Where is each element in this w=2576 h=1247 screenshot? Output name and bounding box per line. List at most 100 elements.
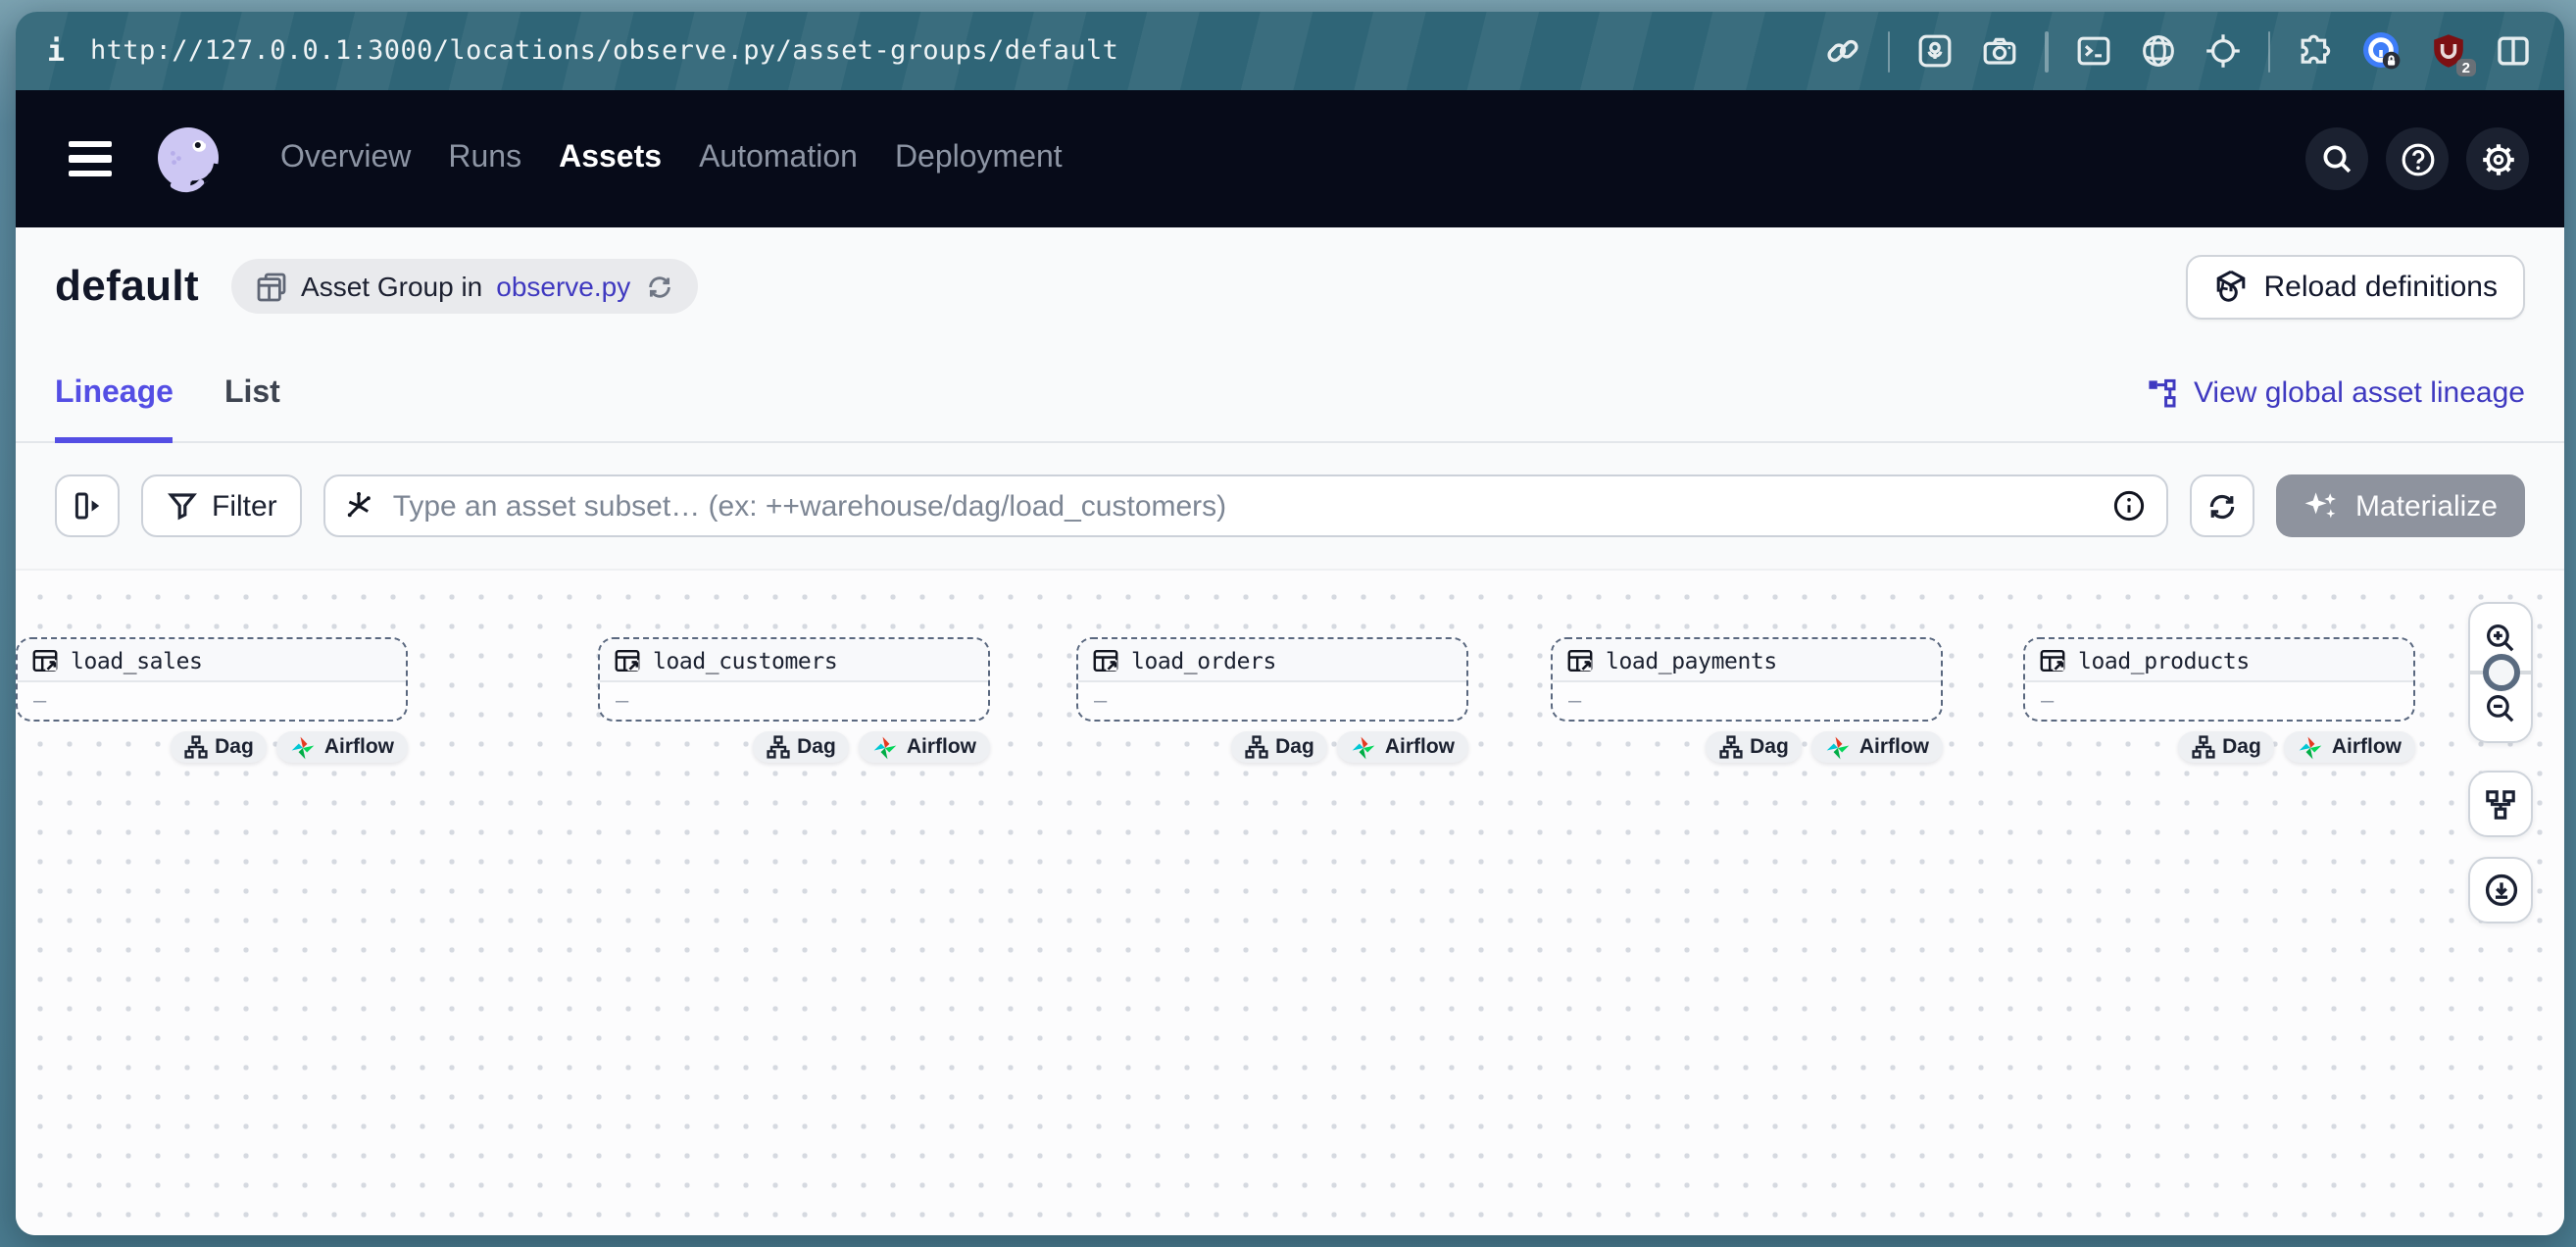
zoom-in-icon — [2484, 621, 2517, 654]
asset-value: – — [1094, 688, 1107, 714]
page-header: default Asset Group in observe.py — [16, 227, 2564, 345]
asset-node: load_sales – — [16, 637, 408, 763]
tag-dag[interactable]: Dag — [2177, 731, 2275, 763]
asset-value: – — [616, 688, 628, 714]
tag-dag[interactable]: Dag — [752, 731, 850, 763]
camera-icon[interactable] — [1980, 31, 2019, 71]
zoom-slider-thumb[interactable] — [2482, 654, 2519, 691]
asset-card[interactable]: load_sales – — [16, 637, 408, 722]
tag-dag-label: Dag — [1750, 735, 1789, 759]
dag-icon — [1718, 735, 1742, 759]
nav-item-runs[interactable]: Runs — [448, 141, 521, 176]
nav-item-automation[interactable]: Automation — [699, 141, 858, 176]
tag-dag-label: Dag — [797, 735, 836, 759]
url-text[interactable]: http://127.0.0.1:3000/locations/observe.… — [90, 35, 1118, 67]
menu-icon[interactable] — [69, 140, 112, 176]
split-view-icon[interactable] — [2494, 31, 2533, 71]
view-global-asset-lineage-link[interactable]: View global asset lineage — [2147, 376, 2525, 410]
asset-tags: Dag — [2023, 731, 2415, 763]
tag-dag[interactable]: Dag — [1230, 731, 1328, 763]
asset-selector-icon — [344, 490, 375, 522]
asset-value: – — [33, 688, 46, 714]
screenshot-tool-icon[interactable] — [1915, 31, 1955, 71]
refresh-icon[interactable] — [644, 272, 673, 301]
asset-tags: Dag — [1551, 731, 1943, 763]
sparkles-icon — [2304, 488, 2340, 524]
tab-list[interactable]: List — [224, 345, 280, 441]
observable-asset-icon — [2039, 646, 2066, 673]
airflow-icon — [2299, 734, 2324, 760]
terminal-icon[interactable] — [2073, 31, 2112, 71]
nav-items: Overview Runs Assets Automation Deployme… — [280, 141, 1063, 176]
asset-name: load_sales — [71, 646, 203, 673]
dagster-logo-icon[interactable] — [149, 120, 227, 198]
refresh-icon — [2206, 489, 2240, 523]
page-info-icon[interactable]: i — [47, 33, 90, 69]
view-global-asset-lineage-label: View global asset lineage — [2194, 376, 2525, 410]
asset-tags: Dag — [1076, 731, 1468, 763]
app-navbar: Overview Runs Assets Automation Deployme… — [16, 90, 2564, 227]
asset-selection-input[interactable] — [324, 474, 2169, 537]
tag-airflow[interactable]: Airflow — [2285, 731, 2415, 763]
tag-dag[interactable]: Dag — [1705, 731, 1803, 763]
asset-selector — [324, 474, 2169, 537]
tag-airflow[interactable]: Airflow — [860, 731, 990, 763]
dag-icon — [183, 735, 207, 759]
tag-dag-label: Dag — [215, 735, 254, 759]
refresh-graph-button[interactable] — [2191, 474, 2255, 537]
materialize-button[interactable]: Materialize — [2277, 474, 2525, 537]
tag-airflow[interactable]: Airflow — [277, 731, 408, 763]
globe-icon[interactable] — [2138, 31, 2177, 71]
observable-asset-icon — [31, 646, 59, 673]
reload-definitions-button[interactable]: Reload definitions — [2186, 254, 2526, 319]
nav-item-overview[interactable]: Overview — [280, 141, 411, 176]
search-button[interactable] — [2305, 127, 2368, 190]
tag-airflow-label: Airflow — [1859, 735, 1929, 759]
crosshair-icon[interactable] — [2203, 31, 2242, 71]
dag-icon — [2191, 735, 2214, 759]
nav-item-assets[interactable]: Assets — [559, 141, 662, 176]
onepassword-icon[interactable] — [2360, 29, 2403, 73]
gear-icon — [2479, 140, 2516, 177]
download-icon — [2483, 873, 2518, 908]
search-icon — [2319, 141, 2354, 176]
filter-funnel-icon — [167, 490, 198, 522]
asset-group-page: default Asset Group in observe.py — [16, 227, 2564, 1235]
dag-icon — [766, 735, 789, 759]
observable-asset-icon — [1566, 646, 1594, 673]
canvas-controls — [2468, 602, 2533, 923]
settings-button[interactable] — [2466, 127, 2529, 190]
extensions-puzzle-icon[interactable] — [2296, 31, 2335, 71]
help-button[interactable] — [2386, 127, 2449, 190]
lineage-canvas[interactable]: load_customers – — [16, 569, 2564, 1235]
tag-dag[interactable]: Dag — [170, 731, 268, 763]
selector-info-icon[interactable] — [2112, 488, 2148, 524]
asset-node: load_products – — [2023, 637, 2415, 763]
download-image-button[interactable] — [2468, 857, 2533, 923]
expand-panel-button[interactable] — [55, 474, 120, 537]
browser-url-bar: i http://127.0.0.1:3000/locations/observ… — [16, 12, 2564, 90]
browser-window: i http://127.0.0.1:3000/locations/observ… — [0, 0, 2576, 1247]
asset-tags: Dag — [16, 731, 408, 763]
link-icon[interactable] — [1822, 31, 1861, 71]
observable-asset-icon — [614, 646, 641, 673]
lineage-graph-icon — [2147, 377, 2178, 409]
filter-button[interactable]: Filter — [141, 474, 303, 537]
observable-asset-icon — [1092, 646, 1119, 673]
tag-airflow-label: Airflow — [2332, 735, 2402, 759]
ublock-icon[interactable]: 2 — [2429, 31, 2468, 71]
relayout-tree-icon — [2484, 787, 2517, 821]
zoom-slider[interactable] — [2470, 671, 2531, 674]
rearrange-layout-button[interactable] — [2468, 771, 2533, 837]
tag-airflow[interactable]: Airflow — [1338, 731, 1468, 763]
asset-card[interactable]: load_products – — [2023, 637, 2415, 722]
asset-card[interactable]: load_orders – — [1076, 637, 1468, 722]
badge-code-location-link[interactable]: observe.py — [496, 271, 630, 302]
tag-airflow[interactable]: Airflow — [1812, 731, 1943, 763]
asset-tags: Dag — [598, 731, 990, 763]
nav-item-deployment[interactable]: Deployment — [895, 141, 1063, 176]
tab-lineage[interactable]: Lineage — [55, 345, 173, 441]
divider — [1887, 30, 1890, 72]
asset-card[interactable]: load_customers – — [598, 637, 990, 722]
asset-card[interactable]: load_payments – — [1551, 637, 1943, 722]
